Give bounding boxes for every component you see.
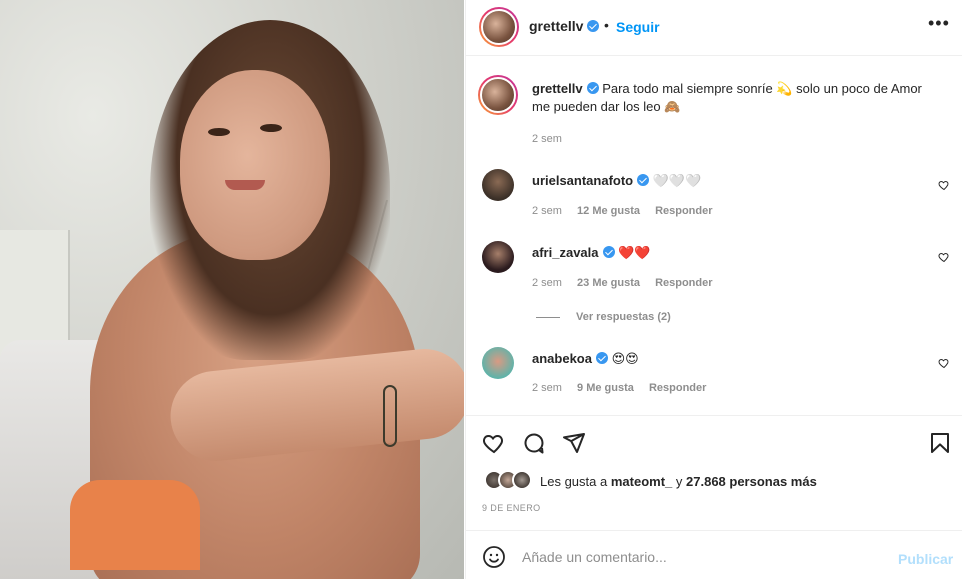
comment-text: 😍😍 [611,351,639,366]
share-icon[interactable] [562,431,586,455]
reply-button[interactable]: Responder [655,205,712,217]
author-avatar[interactable] [479,7,519,47]
photo-eye [208,128,230,136]
comment-time[interactable]: 2 sem [532,277,562,289]
comment-username[interactable]: urielsantanafoto [532,173,633,188]
photo-face [180,70,330,260]
commenter-avatar[interactable] [482,241,514,273]
comment-time[interactable]: 2 sem [532,382,562,394]
action-bar [466,415,962,465]
caption-time[interactable]: 2 sem [532,133,562,145]
reply-button[interactable]: Responder [655,277,712,289]
photo-eye [260,124,282,132]
comment-likes[interactable]: 12 Me gusta [577,205,640,217]
more-options-icon[interactable]: ••• [928,13,950,34]
like-icon[interactable] [482,431,506,455]
post-panel: grettellv • Seguir ••• grettellv Para to… [465,0,962,579]
comments-list: grettellv Para todo mal siempre sonríe 💫… [466,57,962,415]
comment-text: ❤️❤️ [618,245,651,260]
likes-prefix: Les gusta a [540,474,608,489]
like-icon[interactable] [938,179,950,191]
caption-username[interactable]: grettellv [532,81,583,96]
photo-bikini [70,480,200,570]
reply-button[interactable]: Responder [649,382,706,394]
verified-icon [587,20,600,32]
comment-username[interactable]: afri_zavala [532,245,599,260]
commenter-avatar[interactable] [482,169,514,201]
comment-likes[interactable]: 23 Me gusta [577,277,640,289]
view-replies-label: Ver respuestas (2) [576,311,671,323]
caption-avatar[interactable] [478,75,518,115]
emoji-icon[interactable] [482,545,506,569]
view-replies-button[interactable]: Ver respuestas (2) [536,311,671,323]
verified-icon [586,82,599,94]
replies-line [536,316,560,318]
follow-button[interactable]: Seguir [616,19,660,35]
likes-connector: y [675,474,683,489]
post-photo[interactable] [0,0,464,579]
comment-composer: Publicar [466,530,962,579]
comment-time[interactable]: 2 sem [532,205,562,217]
likes-user[interactable]: mateomt_ [611,474,672,489]
verified-icon [595,352,608,364]
separator-dot: • [604,17,609,33]
post-header: grettellv • Seguir ••• [466,0,962,56]
like-icon[interactable] [938,251,950,263]
photo-bracelet [383,385,397,447]
liker-avatar[interactable] [512,470,532,490]
likes-count[interactable]: 27.868 personas más [686,474,817,489]
comment-text: 🤍🤍🤍 [652,173,702,188]
save-icon[interactable] [928,431,952,455]
verified-icon [602,246,615,258]
comment-likes[interactable]: 9 Me gusta [577,382,634,394]
verified-icon [637,174,650,186]
author-username[interactable]: grettellv [529,18,600,34]
comment-icon[interactable] [522,431,546,455]
publish-button[interactable]: Publicar [898,551,953,567]
commenter-avatar[interactable] [482,347,514,379]
like-icon[interactable] [938,357,950,369]
post-date[interactable]: 9 DE ENERO [482,503,541,513]
comment-input[interactable] [522,545,872,569]
comment-username[interactable]: anabekoa [532,351,592,366]
photo-mouth [225,180,265,190]
